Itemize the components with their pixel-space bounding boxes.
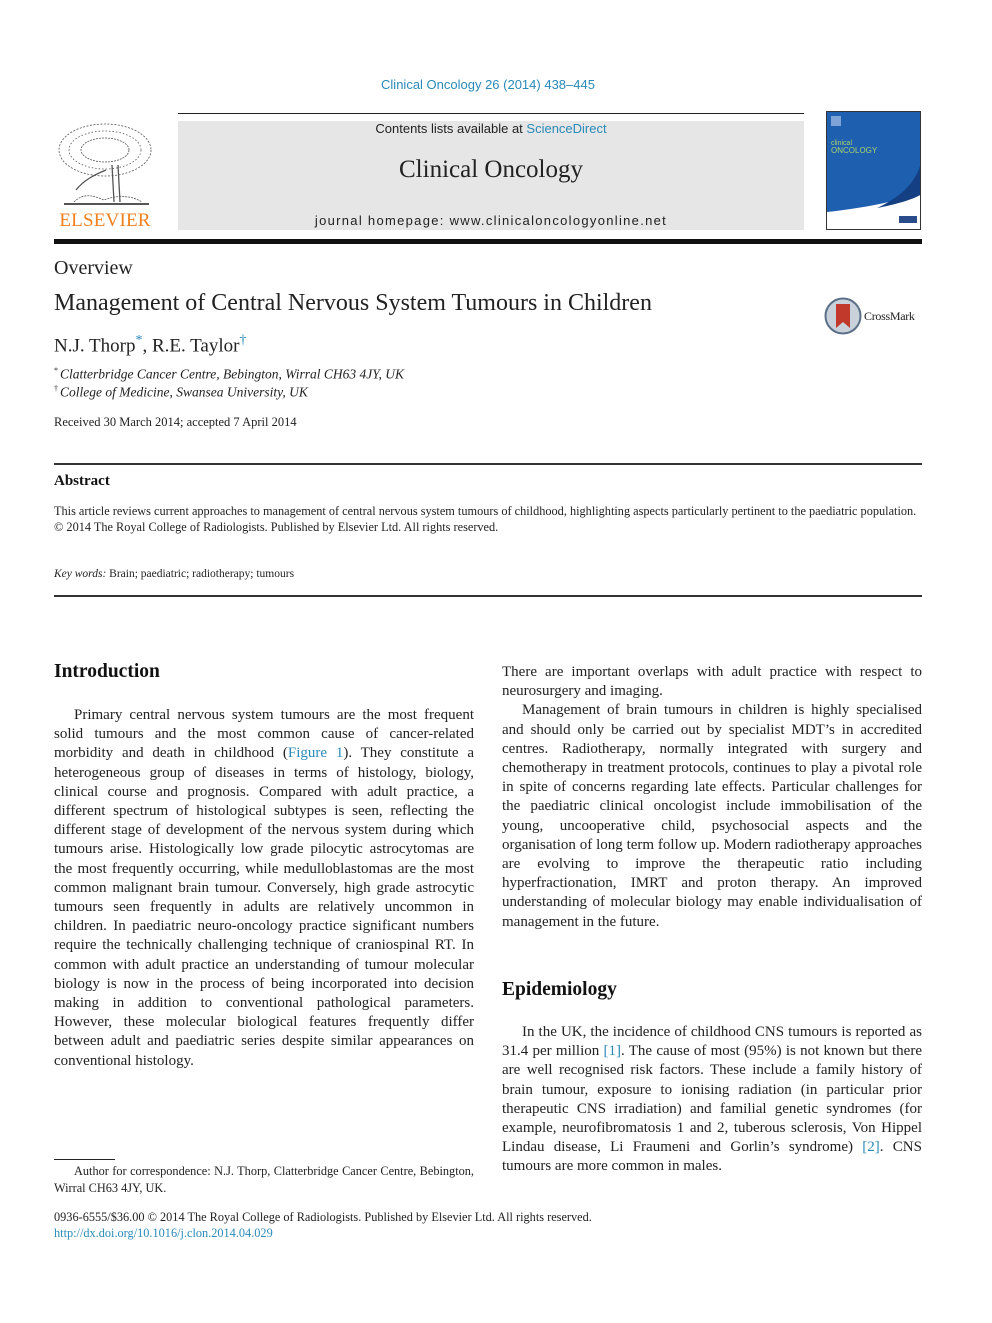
introduction-column-right: There are important overlaps with adult …: [502, 663, 922, 932]
crossmark-icon: [824, 297, 862, 335]
affiliation-mark: †: [54, 384, 58, 393]
sciencedirect-link[interactable]: ScienceDirect: [526, 121, 606, 136]
section-heading-introduction: Introduction: [54, 661, 160, 682]
affiliation-text: College of Medicine, Swansea University,…: [60, 384, 308, 400]
introduction-column-left: Primary central nervous system tumours a…: [54, 706, 474, 1071]
cover-title-line2: ONCOLOGY: [831, 146, 878, 155]
introduction-paragraph: There are important overlaps with adult …: [502, 664, 922, 700]
article-title: Management of Central Nervous System Tum…: [54, 290, 652, 316]
paragraph-text: . The cause of most (95%) is not known b…: [502, 1043, 922, 1156]
footnote-rule: [54, 1159, 115, 1160]
author-list: N.J. Thorp*, R.E. Taylor†: [54, 333, 246, 357]
abstract-top-rule: [54, 463, 922, 465]
elsevier-wordmark: ELSEVIER: [59, 210, 151, 231]
introduction-paragraph: Primary central nervous system tumours a…: [54, 706, 474, 1071]
header-rule-thick: [54, 239, 922, 244]
abstract-body: This article reviews current approaches …: [54, 503, 922, 535]
keywords-list: Brain; paediatric; radiotherapy; tumours: [106, 568, 295, 580]
abstract-text: This article reviews current approaches …: [54, 504, 917, 518]
journal-cover[interactable]: clinical ONCOLOGY: [826, 111, 921, 230]
abstract-bottom-rule: [54, 595, 922, 597]
reference-1-link[interactable]: [1]: [604, 1043, 622, 1059]
keywords-label: Key words:: [54, 568, 107, 580]
crossmark-label: CrossMark: [864, 309, 915, 323]
section-heading-epidemiology: Epidemiology: [502, 979, 617, 1000]
elsevier-tree-icon: [58, 123, 152, 205]
epidemiology-column: In the UK, the incidence of childhood CN…: [502, 1023, 922, 1177]
keywords: Key words: Brain; paediatric; radiothera…: [54, 568, 294, 580]
figure-1-link[interactable]: Figure 1: [288, 745, 343, 761]
affiliation-mark: *: [54, 366, 58, 375]
contents-line: Contents lists available at ScienceDirec…: [178, 121, 804, 136]
abstract-heading: Abstract: [54, 473, 110, 489]
affiliation-text: Clatterbridge Cancer Centre, Bebington, …: [60, 366, 404, 382]
author-mark[interactable]: †: [239, 333, 246, 348]
correspondence-footnote: Author for correspondence: N.J. Thorp, C…: [54, 1163, 474, 1197]
contents-prefix: Contents lists available at: [375, 121, 527, 136]
doi-link[interactable]: http://dx.doi.org/10.1016/j.clon.2014.04…: [54, 1226, 273, 1241]
introduction-paragraph: Management of brain tumours in children …: [502, 702, 922, 930]
epidemiology-paragraph: In the UK, the incidence of childhood CN…: [502, 1023, 922, 1177]
abstract-copyright: © 2014 The Royal College of Radiologists…: [54, 520, 499, 534]
elsevier-logo[interactable]: ELSEVIER: [54, 120, 156, 232]
journal-cover-image-icon: clinical ONCOLOGY: [827, 112, 920, 223]
author-name[interactable]: N.J. Thorp: [54, 335, 135, 356]
crossmark-button[interactable]: CrossMark: [824, 297, 924, 337]
journal-citation[interactable]: Clinical Oncology 26 (2014) 438–445: [0, 77, 976, 92]
reference-2-link[interactable]: [2]: [862, 1139, 880, 1155]
issn-copyright: 0936-6555/$36.00 © 2014 The Royal Colleg…: [54, 1210, 592, 1224]
journal-homepage[interactable]: journal homepage: www.clinicaloncologyon…: [178, 213, 804, 228]
paragraph-text: ). They constitute a heterogeneous group…: [54, 745, 474, 1069]
header-rule: [178, 113, 804, 114]
journal-name: Clinical Oncology: [399, 156, 583, 183]
article-type: Overview: [54, 257, 133, 279]
affiliation: * Clatterbridge Cancer Centre, Bebington,…: [54, 366, 404, 383]
correspondence-text: Author for correspondence: N.J. Thorp, C…: [54, 1164, 474, 1195]
received-dates: Received 30 March 2014; accepted 7 April…: [54, 415, 297, 429]
affiliation: † College of Medicine, Swansea University…: [54, 384, 308, 401]
author-separator: ,: [142, 335, 152, 357]
author-name[interactable]: R.E. Taylor: [152, 335, 240, 356]
